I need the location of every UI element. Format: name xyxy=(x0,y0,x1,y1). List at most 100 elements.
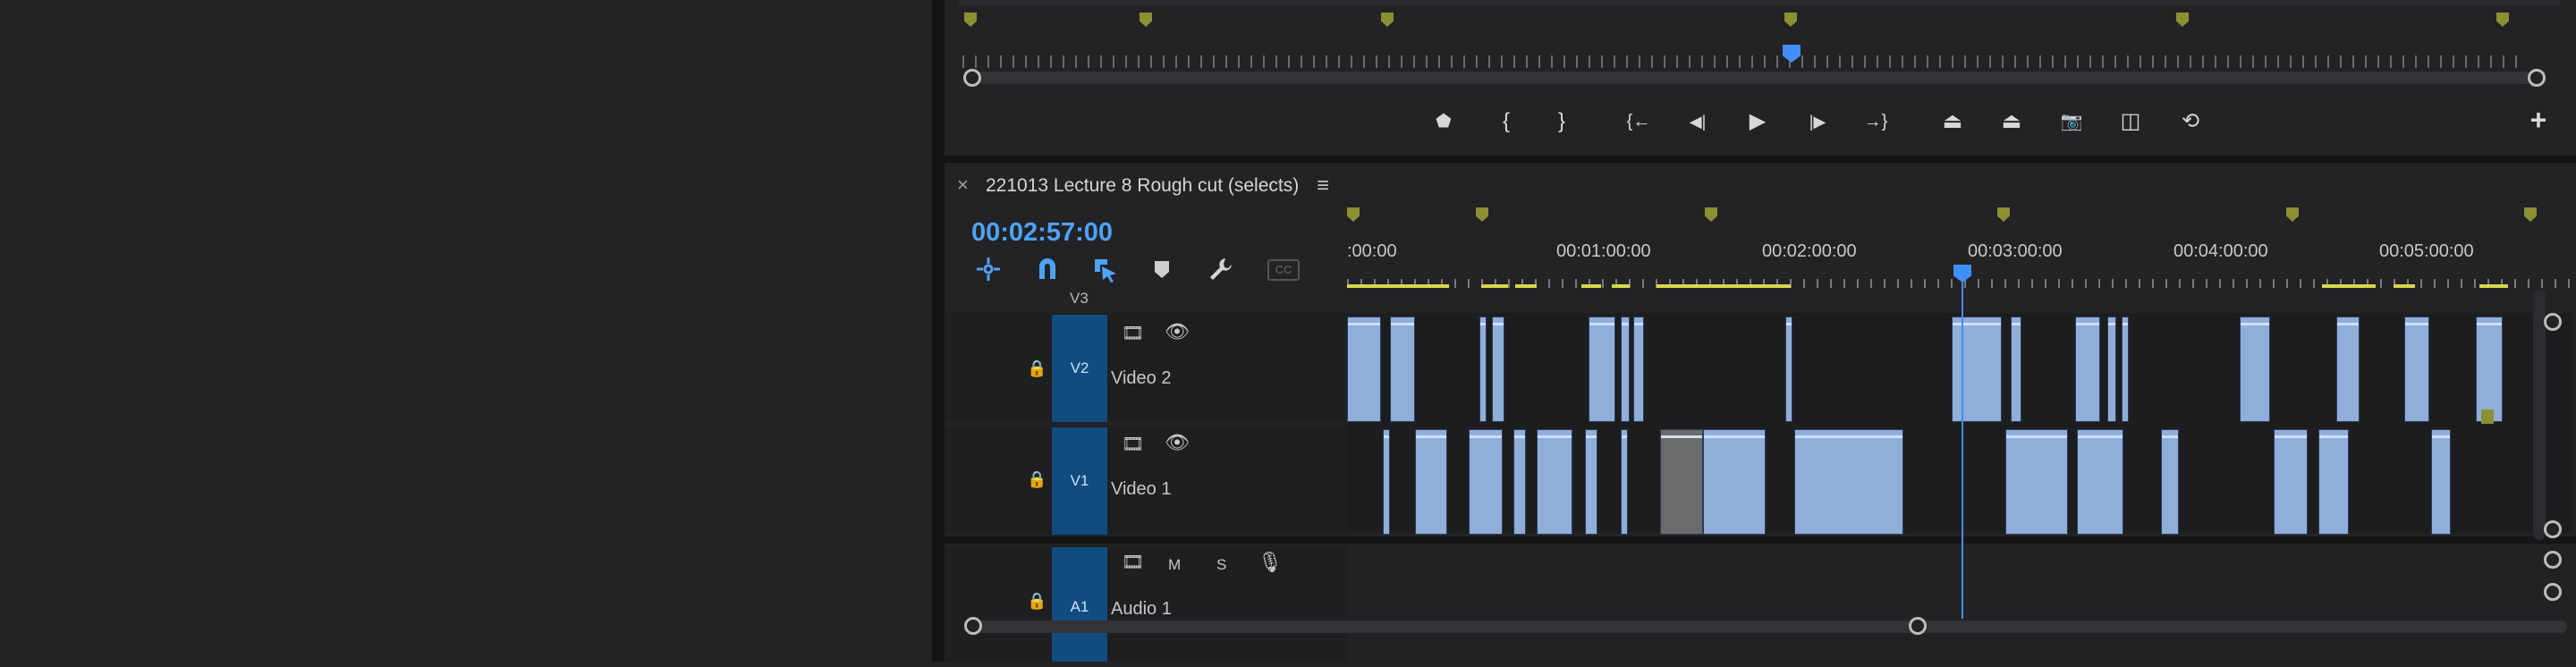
mark-in-button[interactable]: { xyxy=(1488,108,1524,135)
clip[interactable] xyxy=(2240,317,2270,422)
clip[interactable] xyxy=(1383,429,1390,535)
clip[interactable] xyxy=(1785,317,1792,422)
sync-lock-icon[interactable]: 🎞 xyxy=(1122,551,1144,573)
close-tab-icon[interactable]: × xyxy=(957,173,969,197)
eye-icon[interactable]: 👁 xyxy=(1165,431,1190,454)
mute-button[interactable]: M xyxy=(1168,556,1181,574)
clip[interactable] xyxy=(1585,429,1597,535)
zoom-handle-left[interactable] xyxy=(964,617,982,635)
play-button[interactable]: ▶ xyxy=(1740,108,1775,135)
snap-icon[interactable] xyxy=(1034,256,1061,283)
clip[interactable] xyxy=(1347,317,1381,422)
linked-selection-icon[interactable] xyxy=(1091,256,1118,283)
track-tag-a1[interactable]: A1 xyxy=(1052,547,1107,662)
timecode-display[interactable]: 00:02:57:00 xyxy=(971,218,1113,248)
marker-icon[interactable] xyxy=(2496,13,2509,27)
scroll-handle-left[interactable] xyxy=(963,69,981,87)
eye-icon[interactable]: 👁 xyxy=(1165,320,1190,343)
clip[interactable] xyxy=(1703,429,1766,535)
track-name-v2[interactable]: Video 2 xyxy=(1111,368,1171,389)
clip[interactable] xyxy=(2161,429,2179,535)
scroll-handle-bottom[interactable] xyxy=(2544,520,2562,538)
clip[interactable] xyxy=(2122,317,2129,422)
clip[interactable] xyxy=(2318,429,2349,535)
clip[interactable] xyxy=(1415,429,1447,535)
go-to-in-button[interactable]: {← xyxy=(1621,108,1657,135)
lock-icon[interactable]: 🔒 xyxy=(1027,359,1046,378)
scroll-handle-top[interactable] xyxy=(2544,313,2562,331)
audio-scroll-handle-bottom[interactable] xyxy=(2544,583,2562,601)
clip[interactable] xyxy=(2404,317,2429,422)
sync-lock-icon[interactable]: 🎞 xyxy=(1122,322,1144,344)
monitor-zoom-scrollbar[interactable] xyxy=(973,72,2535,84)
monitor-time-ruler[interactable] xyxy=(962,55,2528,68)
sync-lock-icon[interactable]: 🎞 xyxy=(1122,433,1144,455)
clip[interactable] xyxy=(1469,429,1503,535)
step-back-button[interactable]: ◀| xyxy=(1680,108,1716,135)
track-tag-v3[interactable]: V3 xyxy=(1070,290,1089,308)
panel-divider[interactable] xyxy=(932,0,945,662)
marker-icon[interactable] xyxy=(1784,13,1797,27)
clip[interactable] xyxy=(2005,429,2068,535)
extract-button[interactable]: ⏏ xyxy=(1994,108,2029,135)
panel-menu-icon[interactable]: ≡ xyxy=(1317,173,1329,198)
clip[interactable] xyxy=(2107,317,2116,422)
marker-icon[interactable] xyxy=(964,13,977,27)
marker-icon[interactable] xyxy=(1997,207,2010,222)
add-button[interactable]: + xyxy=(2521,106,2556,134)
scroll-handle-right[interactable] xyxy=(2528,69,2546,87)
clip[interactable] xyxy=(1621,317,1630,422)
go-to-out-button[interactable]: →} xyxy=(1858,108,1894,135)
captions-icon[interactable]: CC xyxy=(1267,259,1300,281)
marker-icon[interactable] xyxy=(2524,207,2537,222)
nest-icon[interactable] xyxy=(975,256,1002,283)
clip[interactable] xyxy=(1492,317,1504,422)
sequence-tab-title[interactable]: 221013 Lecture 8 Rough cut (selects) xyxy=(986,175,1299,197)
step-forward-button[interactable]: |▶ xyxy=(1800,108,1835,135)
mark-out-button[interactable]: } xyxy=(1544,108,1580,135)
add-marker-icon[interactable] xyxy=(1150,258,1174,281)
track-tag-v2[interactable]: V2 xyxy=(1052,315,1107,422)
marker-icon[interactable] xyxy=(1476,207,1488,222)
marker-icon[interactable] xyxy=(1381,13,1394,27)
export-frame-button[interactable]: 📷 xyxy=(2054,108,2089,135)
lock-icon[interactable]: 🔒 xyxy=(1027,592,1046,611)
clip[interactable] xyxy=(2011,317,2021,422)
marker-icon[interactable] xyxy=(2176,13,2189,27)
clip[interactable] xyxy=(1390,317,1415,422)
wrench-icon[interactable] xyxy=(1208,256,1234,283)
toggle-proxies-button[interactable]: ⟲ xyxy=(2173,108,2208,135)
clip[interactable] xyxy=(2336,317,2360,422)
clip[interactable] xyxy=(2476,317,2503,422)
clip[interactable] xyxy=(1633,317,1644,422)
clip[interactable] xyxy=(1479,317,1487,422)
clip[interactable] xyxy=(2077,429,2123,535)
comparison-view-button[interactable]: ◫ xyxy=(2113,108,2148,135)
video-vertical-scrollbar[interactable] xyxy=(2533,290,2546,540)
clip[interactable] xyxy=(1513,429,1526,535)
timeline-zoom-scrollbar[interactable] xyxy=(975,621,2567,633)
add-marker-button[interactable]: ⬟ xyxy=(1426,108,1462,135)
clip[interactable] xyxy=(1952,317,2002,422)
thumbnail-clip[interactable] xyxy=(1660,429,1703,535)
lift-button[interactable]: ⏏ xyxy=(1935,108,1970,135)
marker-icon[interactable] xyxy=(1705,207,1717,222)
marker-icon[interactable] xyxy=(1140,13,1152,27)
microphone-icon[interactable]: 🎙 xyxy=(1258,551,1283,574)
marker-icon[interactable] xyxy=(2286,207,2299,222)
clip[interactable] xyxy=(1589,317,1615,422)
clip[interactable] xyxy=(1621,429,1628,535)
track-name-a1[interactable]: Audio 1 xyxy=(1111,599,1172,620)
clip-marker-icon[interactable] xyxy=(2481,409,2494,424)
zoom-handle-right[interactable] xyxy=(1909,617,1927,635)
time-ruler[interactable]: :00:00 00:01:00:00 00:02:00:00 00:03:00:… xyxy=(1347,207,2572,297)
lock-icon[interactable]: 🔒 xyxy=(1027,470,1046,489)
playhead-line[interactable] xyxy=(1962,279,1963,619)
clip[interactable] xyxy=(2431,429,2451,535)
audio-scroll-handle-top[interactable] xyxy=(2544,551,2562,569)
track-tag-v1[interactable]: V1 xyxy=(1052,427,1107,535)
clip[interactable] xyxy=(2075,317,2100,422)
marker-icon[interactable] xyxy=(1347,207,1360,222)
clip[interactable] xyxy=(2274,429,2308,535)
track-name-v1[interactable]: Video 1 xyxy=(1111,479,1171,500)
